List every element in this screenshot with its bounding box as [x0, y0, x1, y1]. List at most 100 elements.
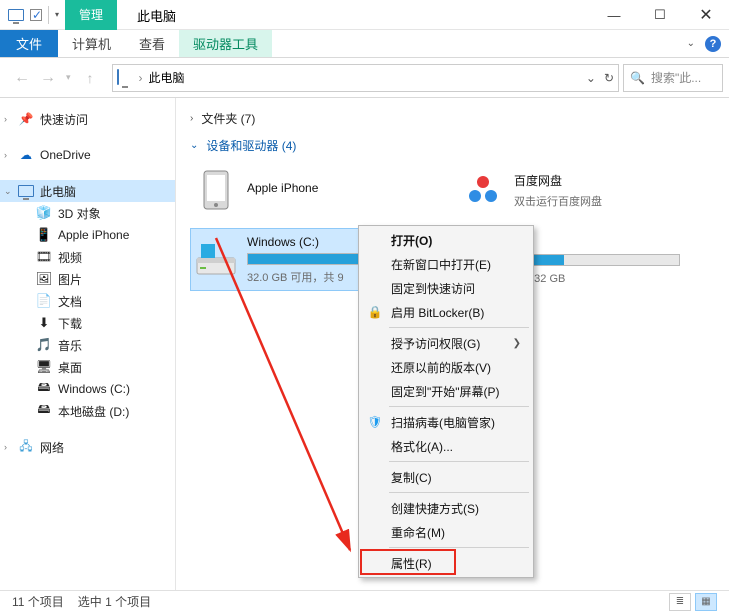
status-bar: 11 个项目 选中 1 个项目 ≣ ▦ — [0, 590, 729, 612]
sidebar-item-label: 视频 — [58, 249, 82, 266]
pc-icon — [18, 183, 34, 199]
3d-icon: 🧊 — [36, 205, 52, 221]
menu-item-label: 重命名(M) — [391, 524, 445, 541]
titlebar: ✓ ▾ 管理 此电脑 — ☐ ✕ — [0, 0, 729, 30]
maximize-button[interactable]: ☐ — [637, 0, 683, 30]
menu-separator — [389, 492, 529, 493]
view-icons-button[interactable]: ▦ — [695, 593, 717, 611]
tab-view[interactable]: 查看 — [125, 30, 179, 57]
back-button[interactable]: ← — [14, 69, 30, 87]
status-item-count: 11 个项目 — [12, 593, 64, 610]
search-icon: 🔍 — [630, 71, 645, 85]
context-menu-item[interactable]: 还原以前的版本(V) — [361, 355, 531, 379]
address-bar-row: ← → ▾ ↑ › 此电脑 ⌄ ↻ 🔍 搜索"此... — [0, 58, 729, 98]
breadcrumb-dropdown-icon[interactable]: ⌄ — [586, 71, 596, 85]
context-menu-item[interactable]: 属性(R) — [361, 551, 531, 575]
sidebar-item[interactable]: 🧊 3D 对象 — [0, 202, 175, 224]
collapse-icon[interactable]: ⌄ — [4, 186, 12, 197]
history-dropdown-icon[interactable]: ▾ — [66, 72, 71, 83]
forward-button[interactable]: → — [40, 69, 56, 87]
pc-icon — [6, 5, 26, 25]
context-menu-item[interactable]: 固定到"开始"屏幕(P) — [361, 379, 531, 403]
video-icon: 🎞 — [36, 249, 52, 265]
ribbon-collapse-icon[interactable]: ⌄ — [687, 38, 695, 49]
sidebar-quick-access[interactable]: › 📌 快速访问 — [0, 108, 175, 130]
context-menu-item[interactable]: 🛡 扫描病毒(电脑管家) — [361, 410, 531, 434]
shield-icon: 🛡 — [367, 414, 383, 430]
context-menu-item[interactable]: 格式化(A)... — [361, 434, 531, 458]
help-icon[interactable]: ? — [705, 36, 721, 52]
downloads-icon: ⬇ — [36, 315, 52, 331]
menu-item-label: 扫描病毒(电脑管家) — [391, 414, 495, 431]
refresh-icon[interactable]: ↻ — [604, 71, 614, 85]
device-item-iphone[interactable]: Apple iPhone — [190, 164, 445, 216]
expand-icon[interactable]: › — [4, 442, 7, 452]
expand-icon[interactable]: › — [4, 150, 7, 160]
menu-item-label: 格式化(A)... — [391, 438, 453, 455]
drive-icon — [195, 239, 237, 281]
sidebar-item[interactable]: 🎞 视频 — [0, 246, 175, 268]
sidebar-this-pc[interactable]: ⌄ 此电脑 — [0, 180, 175, 202]
up-button[interactable]: ↑ — [81, 70, 100, 86]
window-title: 此电脑 — [117, 0, 196, 30]
device-item-baidu[interactable]: 百度网盘 双击运行百度网盘 — [457, 164, 712, 216]
checkbox-icon[interactable]: ✓ — [30, 9, 42, 21]
ribbon-contextual-area: 管理 — [65, 0, 117, 30]
sidebar-item[interactable]: ⬇下载 — [0, 312, 175, 334]
navigation-pane: › 📌 快速访问 › ☁ OneDrive ⌄ 此电脑 🧊 3D 对象 📱Apple… — [0, 98, 175, 592]
context-menu: 打开(O)在新窗口中打开(E) 固定到快速访问 🔒启用 BitLocker(B) 授予… — [358, 225, 534, 578]
sidebar-item-label: 图片 — [58, 271, 82, 288]
address-box[interactable]: › 此电脑 ⌄ ↻ — [112, 64, 619, 92]
view-details-button[interactable]: ≣ — [669, 593, 691, 611]
device-subtitle: 双击运行百度网盘 — [514, 193, 705, 209]
close-button[interactable]: ✕ — [683, 0, 729, 30]
context-menu-item[interactable]: 在新窗口中打开(E) — [361, 252, 531, 276]
nav-history: ← → ▾ ↑ — [6, 69, 108, 87]
context-menu-item[interactable]: 创建快捷方式(S) — [361, 496, 531, 520]
drive-capacity: 共 132 GB — [514, 270, 680, 286]
menu-item-label: 授予访问权限(G) — [391, 335, 480, 352]
breadcrumb[interactable]: 此电脑 — [149, 69, 185, 86]
menu-item-label: 还原以前的版本(V) — [391, 359, 491, 376]
contextual-tab-label: 管理 — [65, 0, 117, 30]
context-menu-item[interactable]: 重命名(M) — [361, 520, 531, 544]
sidebar-item[interactable]: 🖼图片 — [0, 268, 175, 290]
expand-icon[interactable]: › — [4, 114, 7, 124]
minimize-button[interactable]: — — [591, 0, 637, 30]
context-menu-item[interactable]: 打开(O) — [361, 228, 531, 252]
sidebar-item[interactable]: 🎵音乐 — [0, 334, 175, 356]
sidebar-item[interactable]: 🖥桌面 — [0, 356, 175, 378]
context-menu-item[interactable]: 🔒启用 BitLocker(B) — [361, 300, 531, 324]
context-menu-item[interactable]: 授予访问权限(G)❯ — [361, 331, 531, 355]
qat-dropdown-icon[interactable]: ▾ — [55, 10, 59, 19]
sidebar-item[interactable]: 📱Apple iPhone — [0, 224, 175, 246]
menu-item-label: 属性(R) — [391, 555, 432, 572]
search-placeholder: 搜索"此... — [651, 69, 701, 86]
drive-icon: 🖴 — [36, 403, 52, 419]
sidebar-network[interactable]: › 🖧 网络 — [0, 436, 175, 458]
sidebar-item[interactable]: 🖴Windows (C:) — [0, 378, 175, 400]
status-selection: 选中 1 个项目 — [78, 593, 151, 610]
menu-item-label: 固定到快速访问 — [391, 280, 475, 297]
tab-drive-tools[interactable]: 驱动器工具 — [179, 30, 272, 57]
search-input[interactable]: 🔍 搜索"此... — [623, 64, 723, 92]
sidebar-item-label: Apple iPhone — [58, 228, 129, 242]
sidebar-item[interactable]: 📄文档 — [0, 290, 175, 312]
menu-item-label: 固定到"开始"屏幕(P) — [391, 383, 500, 400]
context-menu-item[interactable]: 复制(C) — [361, 465, 531, 489]
tab-computer[interactable]: 计算机 — [58, 30, 125, 57]
file-tab[interactable]: 文件 — [0, 30, 58, 57]
cloud-icon: ☁ — [18, 147, 34, 163]
context-menu-item[interactable]: 固定到快速访问 — [361, 276, 531, 300]
menu-item-label: 启用 BitLocker(B) — [391, 304, 484, 321]
sidebar-item-label: 文档 — [58, 293, 82, 310]
sidebar-onedrive[interactable]: › ☁ OneDrive — [0, 144, 175, 166]
section-folders[interactable]: › 文件夹 (7) — [190, 110, 721, 127]
section-drives[interactable]: ⌄ 设备和驱动器 (4) — [190, 137, 721, 154]
sidebar-item-label: 3D 对象 — [58, 205, 101, 222]
desktop-icon: 🖥 — [36, 359, 52, 375]
sidebar-item[interactable]: 🖴 本地磁盘 (D:) — [0, 400, 175, 422]
menu-separator — [389, 406, 529, 407]
sidebar-item-label: 本地磁盘 (D:) — [58, 403, 129, 420]
menu-separator — [389, 461, 529, 462]
